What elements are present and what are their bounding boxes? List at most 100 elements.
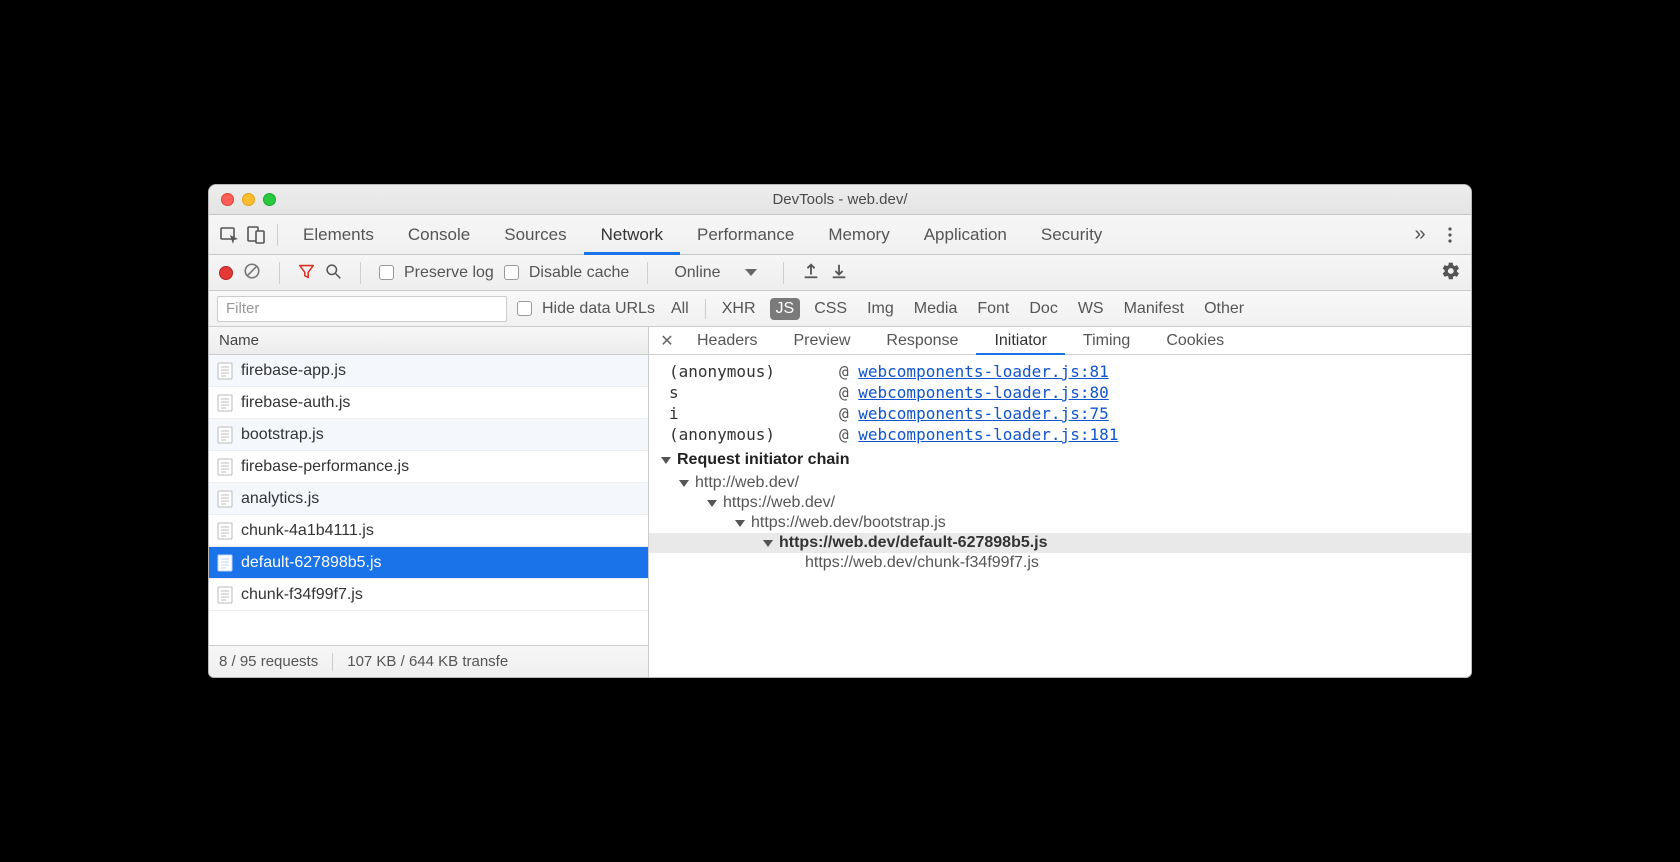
request-name: firebase-performance.js	[241, 458, 409, 476]
inspect-element-icon[interactable]	[217, 222, 243, 248]
hide-data-urls-checkbox[interactable]	[517, 301, 532, 316]
filter-type-media[interactable]: Media	[908, 298, 964, 320]
initiator-chain-header[interactable]: Request initiator chain	[649, 445, 1471, 473]
chain-url: https://web.dev/	[723, 494, 835, 512]
tab-security[interactable]: Security	[1024, 215, 1119, 255]
stack-source-link[interactable]: webcomponents-loader.js:80	[858, 383, 1108, 402]
settings-icon[interactable]	[1441, 261, 1461, 284]
column-header-name[interactable]: Name	[209, 327, 648, 355]
request-name: default-627898b5.js	[241, 554, 382, 572]
filter-toggle-icon[interactable]	[298, 263, 315, 283]
clear-button[interactable]	[243, 262, 261, 283]
stack-function: s	[669, 383, 819, 402]
filter-type-doc[interactable]: Doc	[1023, 298, 1063, 320]
tab-network[interactable]: Network	[584, 215, 680, 255]
separator	[705, 299, 706, 319]
separator	[360, 262, 361, 284]
initiator-chain-row[interactable]: https://web.dev/bootstrap.js	[649, 513, 1471, 533]
initiator-chain-row[interactable]: https://web.dev/	[649, 493, 1471, 513]
request-name: firebase-app.js	[241, 362, 346, 380]
detail-tab-timing[interactable]: Timing	[1065, 327, 1148, 355]
filter-type-xhr[interactable]: XHR	[716, 298, 762, 320]
stack-source-link[interactable]: webcomponents-loader.js:181	[858, 425, 1118, 444]
initiator-chain-row[interactable]: https://web.dev/chunk-f34f99f7.js	[649, 553, 1471, 573]
filter-type-js[interactable]: JS	[770, 298, 801, 320]
upload-har-icon[interactable]	[802, 262, 820, 283]
request-name: firebase-auth.js	[241, 394, 350, 412]
request-row[interactable]: bootstrap.js	[209, 419, 648, 451]
stack-frame: (anonymous)@ webcomponents-loader.js:81	[649, 361, 1471, 382]
filter-type-other[interactable]: Other	[1198, 298, 1250, 320]
close-detail-icon[interactable]: ✕	[655, 331, 679, 351]
hide-data-urls-label: Hide data URLs	[542, 300, 655, 318]
detail-tab-cookies[interactable]: Cookies	[1148, 327, 1242, 355]
detail-tab-response[interactable]: Response	[868, 327, 976, 355]
request-row[interactable]: chunk-4a1b4111.js	[209, 515, 648, 547]
request-row[interactable]: analytics.js	[209, 483, 648, 515]
separator	[277, 224, 278, 246]
filter-type-img[interactable]: Img	[861, 298, 900, 320]
request-row[interactable]: firebase-auth.js	[209, 387, 648, 419]
zoom-window-button[interactable]	[263, 193, 276, 206]
kebab-menu-icon[interactable]	[1437, 222, 1463, 248]
filter-type-ws[interactable]: WS	[1072, 298, 1110, 320]
stack-frame: s@ webcomponents-loader.js:80	[649, 382, 1471, 403]
disable-cache-label: Disable cache	[529, 264, 630, 282]
expand-triangle-icon	[707, 500, 717, 507]
preserve-log-checkbox[interactable]	[379, 265, 394, 280]
request-row[interactable]: firebase-app.js	[209, 355, 648, 387]
separator	[279, 262, 280, 284]
filter-type-all[interactable]: All	[665, 298, 695, 320]
status-transfer: 107 KB / 644 KB transfe	[347, 653, 508, 670]
filter-type-css[interactable]: CSS	[808, 298, 853, 320]
stack-function: (anonymous)	[669, 362, 819, 381]
search-icon[interactable]	[325, 263, 342, 283]
main-tabs: ElementsConsoleSourcesNetworkPerformance…	[209, 215, 1471, 255]
filter-type-font[interactable]: Font	[971, 298, 1015, 320]
close-window-button[interactable]	[221, 193, 234, 206]
separator	[783, 262, 784, 284]
initiator-chain-row[interactable]: https://web.dev/default-627898b5.js	[649, 533, 1471, 553]
network-body: Name firebase-app.js firebase-auth.js boot…	[209, 327, 1471, 677]
tab-sources[interactable]: Sources	[487, 215, 583, 255]
detail-tab-initiator[interactable]: Initiator	[976, 327, 1064, 355]
stack-source-link[interactable]: webcomponents-loader.js:81	[858, 362, 1108, 381]
more-tabs-icon[interactable]: »	[1407, 222, 1433, 248]
expand-triangle-icon	[735, 520, 745, 527]
filter-type-manifest[interactable]: Manifest	[1118, 298, 1190, 320]
tab-elements[interactable]: Elements	[286, 215, 391, 255]
tab-console[interactable]: Console	[391, 215, 487, 255]
network-toolbar: Preserve log Disable cache Online	[209, 255, 1471, 291]
request-name: chunk-f34f99f7.js	[241, 586, 363, 604]
requests-list: firebase-app.js firebase-auth.js bootstrap…	[209, 355, 648, 645]
initiator-chain-row[interactable]: http://web.dev/	[649, 473, 1471, 493]
device-toolbar-icon[interactable]	[243, 222, 269, 248]
stack-source-link[interactable]: webcomponents-loader.js:75	[858, 404, 1108, 423]
download-har-icon[interactable]	[830, 262, 848, 283]
tab-application[interactable]: Application	[907, 215, 1024, 255]
stack-frame: (anonymous)@ webcomponents-loader.js:181	[649, 424, 1471, 445]
titlebar: DevTools - web.dev/	[209, 185, 1471, 215]
status-requests: 8 / 95 requests	[219, 653, 318, 670]
record-button[interactable]	[219, 266, 233, 280]
request-name: bootstrap.js	[241, 426, 324, 444]
throttling-dropdown[interactable]: Online	[666, 264, 764, 282]
tab-performance[interactable]: Performance	[680, 215, 811, 255]
stack-function: i	[669, 404, 819, 423]
minimize-window-button[interactable]	[242, 193, 255, 206]
chain-url: https://web.dev/default-627898b5.js	[779, 534, 1048, 552]
expand-triangle-icon	[763, 540, 773, 547]
request-row[interactable]: firebase-performance.js	[209, 451, 648, 483]
stack-function: (anonymous)	[669, 425, 819, 444]
expand-triangle-icon	[661, 457, 671, 464]
detail-tab-preview[interactable]: Preview	[775, 327, 868, 355]
request-row[interactable]: chunk-f34f99f7.js	[209, 579, 648, 611]
filter-input[interactable]	[217, 296, 507, 322]
request-row[interactable]: default-627898b5.js	[209, 547, 648, 579]
tab-memory[interactable]: Memory	[811, 215, 906, 255]
disable-cache-checkbox[interactable]	[504, 265, 519, 280]
chain-url: http://web.dev/	[695, 474, 799, 492]
caret-down-icon	[745, 269, 757, 276]
throttling-value: Online	[674, 264, 720, 282]
detail-tab-headers[interactable]: Headers	[679, 327, 775, 355]
